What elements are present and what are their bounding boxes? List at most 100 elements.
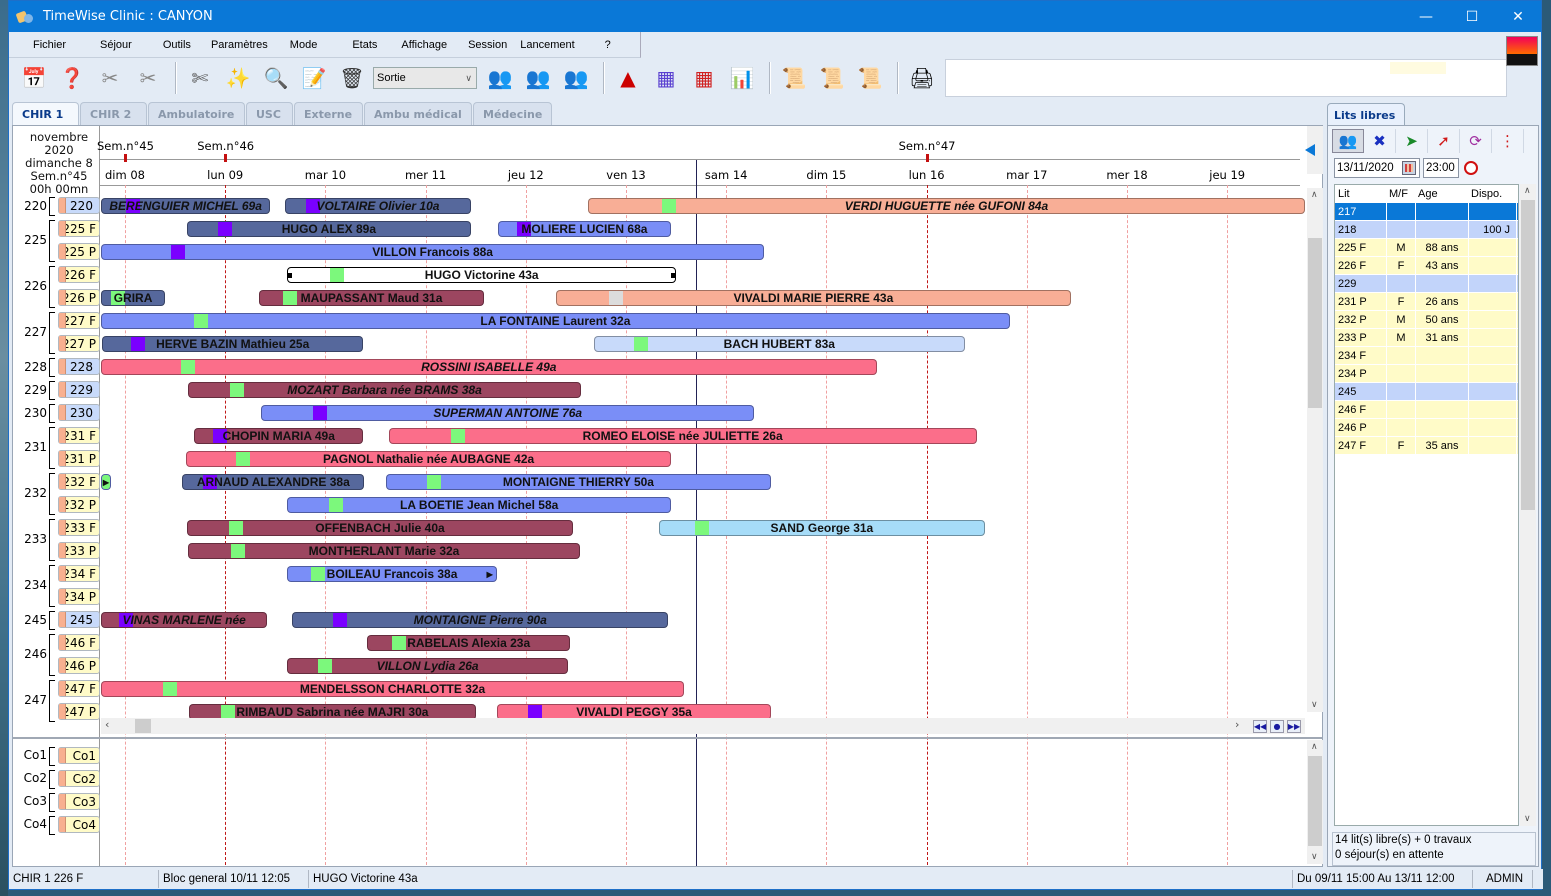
people-arrow-icon[interactable]: 👥 [483,61,517,95]
zoom-slider-thumb[interactable] [1305,144,1315,156]
calendar-question-icon[interactable]: ❓ [55,61,89,95]
hscroll-thumb[interactable] [135,719,151,733]
scroll-up-icon[interactable]: ∧ [1311,190,1318,200]
grid-sheet-icon[interactable]: ▦ [687,61,721,95]
scroll-up-icon[interactable]: ∧ [1524,186,1531,196]
table-row[interactable]: 246 F [1335,401,1518,419]
scroll-right-icon[interactable]: › [1235,718,1239,731]
stay-bar[interactable]: RABELAIS Alexia 23a [367,635,570,651]
table-row[interactable]: 226 F F 43 ans [1335,257,1518,275]
tab-ambulatoire[interactable]: Ambulatoire [148,102,245,126]
cut-left-icon[interactable]: ✂ [93,61,127,95]
calendar-1-icon[interactable]: 📅 [17,61,51,95]
scrollbar-thumb[interactable] [1308,238,1322,408]
refresh-icon[interactable]: ⟳ [1460,129,1492,153]
scroll-out-icon[interactable]: 📜 [853,61,887,95]
binoculars-icon[interactable]: 🔍 [259,61,293,95]
stay-bar[interactable]: BOILEAU Francois 38a ▶ [287,566,497,582]
stay-bar[interactable]: MONTHERLANT Marie 32a [188,543,580,559]
stay-bar[interactable]: LA FONTAINE Laurent 32a [101,313,1010,329]
stay-bar[interactable]: VILLON Francois 88a [101,244,765,260]
menu-etats[interactable]: Etats [352,39,377,51]
table-row[interactable]: 233 P M 31 ans [1335,329,1518,347]
menu-sejour[interactable]: Séjour [100,39,132,51]
bed-label[interactable]: 228 [58,358,100,375]
menu-fichier[interactable]: Fichier [33,39,66,51]
bed-label[interactable]: 232 F [58,473,100,490]
lighthouse-icon[interactable]: ▲ [611,61,645,95]
stay-bar[interactable]: VOLTAIRE Olivier 10a [285,198,471,214]
col-age[interactable]: Age [1416,185,1469,202]
time-field[interactable]: 23:00 [1423,158,1459,178]
stay-bar[interactable]: OFFENBACH Julie 40a [187,520,573,536]
stay-bar[interactable]: MENDELSSON CHARLOTTE 32a [101,681,685,697]
menu-mode[interactable]: Mode [290,39,318,51]
corridor-bed-label[interactable]: Co3 [58,793,100,810]
table-row[interactable]: 246 P [1335,419,1518,437]
corridor-bed-label[interactable]: Co1 [58,747,100,764]
chain-icon[interactable]: ⋮ [1492,129,1524,153]
table-row[interactable]: 218 100 J [1335,221,1518,239]
col-lit[interactable]: Lit [1335,185,1387,202]
tab-ambu-medical[interactable]: Ambu médical [364,102,472,126]
menu-affichage[interactable]: Affichage [401,39,447,51]
stay-bar[interactable]: VIVALDI MARIE PIERRE 43a [555,290,1071,306]
stay-bar[interactable]: BACH HUBERT 83a [593,336,965,352]
menu-session[interactable]: Session [468,39,507,51]
nav-today-button[interactable]: ● [1270,720,1284,733]
table-row[interactable]: 234 P [1335,365,1518,383]
tab-chir1[interactable]: CHIR 1 [12,102,79,126]
stay-bar[interactable]: HUGO Victorine 43a [287,267,677,283]
scrollbar-thumb[interactable] [1308,756,1322,846]
stay-bar[interactable]: HUGO ALEX 89a [187,221,471,237]
zoom-slider[interactable] [1305,126,1323,174]
bed-label[interactable]: 231 F [58,427,100,444]
notepad-icon[interactable]: 📝 [297,61,331,95]
stay-bar[interactable]: MONTAIGNE THIERRY 50a [385,474,772,490]
corridor-bed-label[interactable]: Co4 [58,816,100,833]
scroll-left-icon[interactable]: ‹ [105,718,109,731]
bed-label[interactable]: 245 [58,611,100,628]
menu-help[interactable]: ? [605,39,611,51]
people-cross-icon[interactable]: 👥 [521,61,555,95]
bed-label[interactable]: 225 F [58,220,100,237]
stay-bar[interactable]: CHOPIN MARIA 49a [194,428,364,444]
stay-bar[interactable]: VINAS MARLENE née [101,612,268,628]
stay-bar[interactable]: SUPERMAN ANTOINE 76a [261,405,755,421]
arrow-in-icon[interactable]: ➤ [1396,129,1428,153]
tab-externe[interactable]: Externe [294,102,363,126]
tab-medecine[interactable]: Médecine [473,102,552,126]
bar-chart-percent-icon[interactable]: 📊 [725,61,759,95]
delete-icon[interactable]: ✖ [1364,129,1396,153]
printer-icon[interactable]: 🖨 [905,61,939,95]
stay-bar[interactable]: GRIRA [101,290,166,306]
transfer-bed-icon[interactable]: 👥 [1332,129,1364,153]
menu-lancement[interactable]: Lancement [520,39,574,51]
stay-bar[interactable]: ▶ [101,474,111,490]
bed-label[interactable]: 247 P [58,703,100,720]
timeline-hscrollbar[interactable]: ‹ › [101,718,1305,734]
bed-label[interactable]: 225 P [58,243,100,260]
tab-usc[interactable]: USC [246,102,293,126]
stay-bar[interactable]: MOLIERE LUCIEN 68a [497,221,672,237]
resize-handle[interactable] [288,273,293,278]
table-row[interactable]: 225 F M 88 ans [1335,239,1518,257]
nav-first-button[interactable]: ◀◀ [1253,720,1267,733]
bed-label[interactable]: 227 F [58,312,100,329]
bed-label[interactable]: 229 [58,381,100,398]
trash-icon[interactable]: 🗑 [335,61,369,95]
scroll-in-icon[interactable]: 📜 [777,61,811,95]
nav-last-button[interactable]: ▶▶ [1287,720,1301,733]
bed-label[interactable]: 234 F [58,565,100,582]
bed-label[interactable]: 226 P [58,289,100,306]
bed-label[interactable]: 231 P [58,450,100,467]
table-row[interactable]: 232 P M 50 ans [1335,311,1518,329]
tab-chir2[interactable]: CHIR 2 [80,102,147,126]
table-row[interactable]: 217 [1335,203,1518,221]
table-row[interactable]: 247 F F 35 ans [1335,437,1518,455]
table-row[interactable]: 231 P F 26 ans [1335,293,1518,311]
scroll-down-icon[interactable]: ∨ [1311,852,1318,862]
stay-bar[interactable]: ARNAUD ALEXANDRE 38a [182,474,365,490]
menu-outils[interactable]: Outils [163,39,191,51]
maximize-button[interactable]: ☐ [1449,1,1495,32]
